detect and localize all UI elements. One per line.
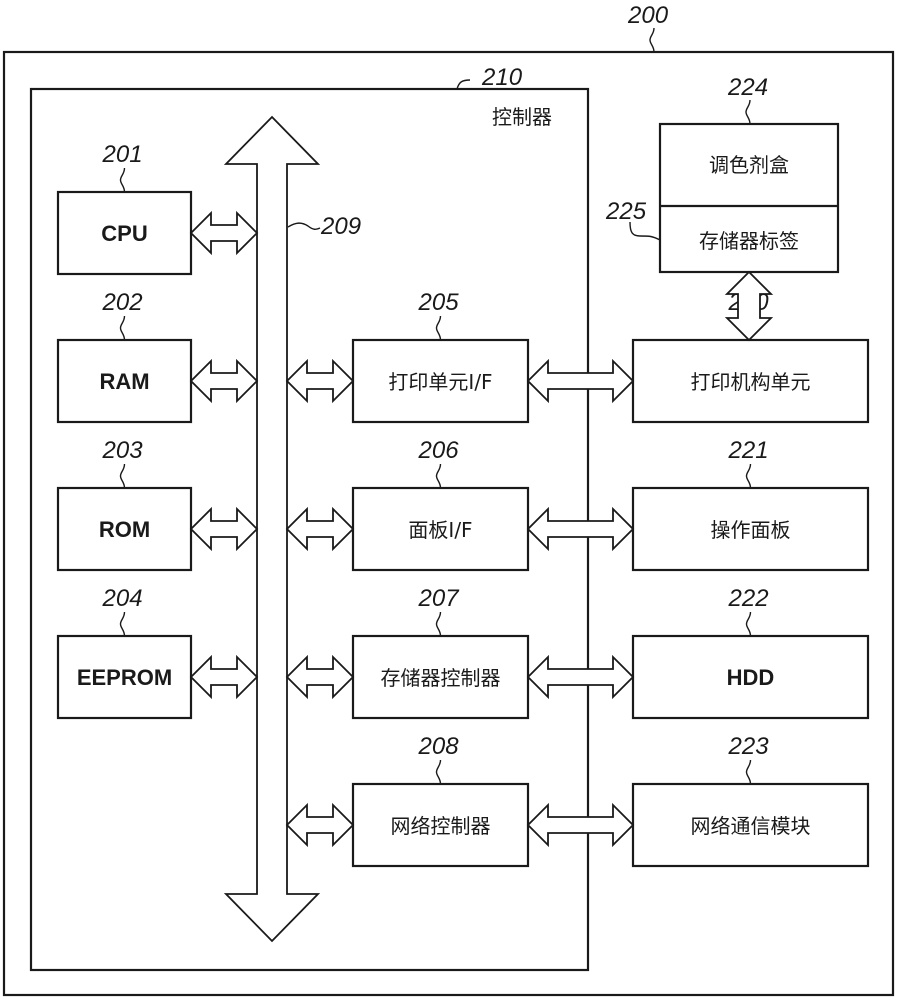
external-block-220-label: 打印机构单元 xyxy=(691,370,811,394)
interface-block-205-ref: 205 xyxy=(418,289,460,316)
bus-arrow-205 xyxy=(285,358,355,404)
block-diagram: 200 210 控制器 209 CPU 201 RAM 202 ROM 203 EEPROM… xyxy=(2,2,895,997)
bus-arrow-ram xyxy=(189,358,259,404)
external-block-223-label: 网络通信模块 xyxy=(691,814,811,838)
external-block-222-label: HDD xyxy=(727,665,775,690)
block-rom-label: ROM xyxy=(99,517,150,542)
external-block-221: 操作面板 221 xyxy=(631,437,870,572)
external-block-221-leader xyxy=(745,463,752,489)
block-eeprom-label: EEPROM xyxy=(77,665,172,690)
block-cpu: CPU 201 xyxy=(56,141,193,276)
controller-leader xyxy=(456,79,471,90)
bus-arrow-207 xyxy=(285,654,355,700)
toner-cartridge-label: 调色剂盒 xyxy=(709,153,789,177)
block-ram-label: RAM xyxy=(99,369,149,394)
bus-arrow-208 xyxy=(285,802,355,848)
toner-cartridge-leader xyxy=(745,99,751,125)
link-arrow-206-221 xyxy=(526,506,635,552)
block-cpu-ref: 201 xyxy=(102,141,143,168)
block-ram-leader xyxy=(119,315,126,341)
bus-arrow-rom xyxy=(189,506,259,552)
external-block-222: HDD 222 xyxy=(631,585,870,720)
apparatus-leader xyxy=(649,27,655,53)
block-rom: ROM 203 xyxy=(56,437,193,572)
interface-block-208: 网络控制器 208 xyxy=(351,733,530,868)
toner-cartridge-ref: 224 xyxy=(727,74,768,101)
bus-arrow-206 xyxy=(285,506,355,552)
bus-arrow-eeprom xyxy=(189,654,259,700)
block-cpu-label: CPU xyxy=(101,221,147,246)
interface-block-207-leader xyxy=(435,611,442,637)
block-ram-ref: 202 xyxy=(102,289,143,316)
external-block-221-label: 操作面板 xyxy=(711,518,791,542)
interface-block-208-ref: 208 xyxy=(418,733,460,760)
interface-block-205: 打印单元I/F 205 xyxy=(351,289,530,424)
memory-tag-label: 存储器标签 xyxy=(699,229,799,253)
interface-block-208-label: 网络控制器 xyxy=(391,814,491,838)
interface-block-206: 面板I/F 206 xyxy=(351,437,530,572)
block-ram: RAM 202 xyxy=(56,289,193,424)
interface-block-207-label: 存储器控制器 xyxy=(381,666,501,690)
block-eeprom-leader xyxy=(119,611,126,637)
link-arrow-205-220 xyxy=(526,358,635,404)
bus-leader xyxy=(287,222,321,231)
toner-cartridge: 调色剂盒 存储器标签 224 225 xyxy=(605,74,840,274)
memory-tag-ref: 225 xyxy=(605,198,647,225)
block-cpu-leader xyxy=(119,167,126,193)
interface-block-206-ref: 206 xyxy=(418,437,460,464)
block-eeprom-ref: 204 xyxy=(102,585,143,612)
block-eeprom: EEPROM 204 xyxy=(56,585,193,720)
external-block-222-leader xyxy=(745,611,752,637)
block-rom-leader xyxy=(119,463,126,489)
interface-block-205-label: 打印单元I/F xyxy=(388,370,492,394)
block-rom-ref: 203 xyxy=(102,437,144,464)
interface-block-206-leader xyxy=(435,463,442,489)
external-block-223: 网络通信模块 223 xyxy=(631,733,870,868)
link-arrow-208-223 xyxy=(526,802,635,848)
bus-ref: 209 xyxy=(320,213,361,240)
external-block-222-ref: 222 xyxy=(728,585,769,612)
interface-block-206-label: 面板I/F xyxy=(408,518,472,542)
controller-ref: 210 xyxy=(481,64,523,91)
interface-block-208-leader xyxy=(435,759,442,785)
external-block-223-ref: 223 xyxy=(728,733,770,760)
apparatus-ref: 200 xyxy=(627,2,669,29)
interface-block-207-ref: 207 xyxy=(418,585,461,612)
interface-block-205-leader xyxy=(435,315,442,341)
external-block-223-leader xyxy=(745,759,752,785)
external-block-221-ref: 221 xyxy=(728,437,769,464)
controller-title: 控制器 xyxy=(492,105,552,129)
interface-block-207: 存储器控制器 207 xyxy=(351,585,530,720)
bus-arrow-cpu xyxy=(189,210,259,256)
link-arrow-207-222 xyxy=(526,654,635,700)
